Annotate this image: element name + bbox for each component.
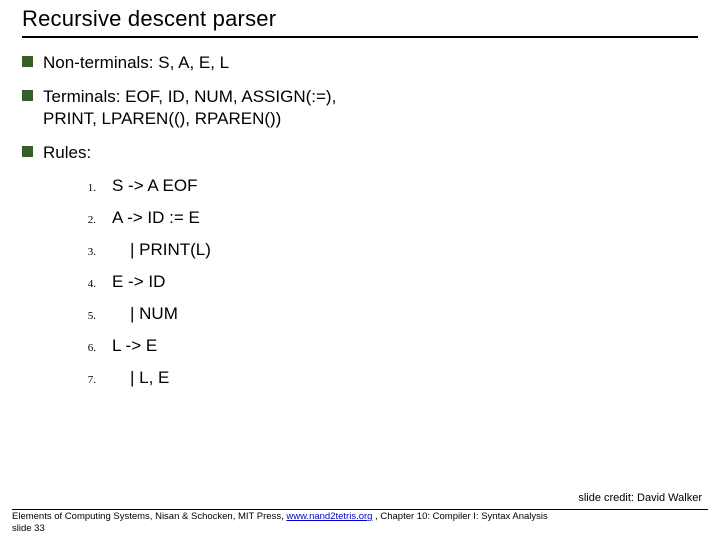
square-bullet-icon (22, 90, 33, 101)
square-bullet-icon (22, 56, 33, 67)
bullet-text: Terminals: EOF, ID, NUM, ASSIGN(:=), PRI… (43, 86, 343, 130)
rule-text: L -> E (112, 336, 157, 356)
title-underline (22, 36, 698, 38)
rule-number: 5. (82, 310, 96, 322)
square-bullet-icon (22, 146, 33, 157)
rule-item: 5. | NUM (82, 304, 698, 324)
rule-number: 2. (82, 214, 96, 226)
footer-slide-number: slide 33 (12, 523, 45, 534)
slide-credit: slide credit: David Walker (578, 492, 702, 504)
rule-number: 1. (82, 182, 96, 194)
bullet-nonterminals: Non-terminals: S, A, E, L (22, 52, 698, 74)
rules-list: 1. S -> A EOF 2. A -> ID := E 3. | PRINT… (82, 176, 698, 388)
rule-item: 7. | L, E (82, 368, 698, 388)
rule-number: 7. (82, 374, 96, 386)
rule-item: 2. A -> ID := E (82, 208, 698, 228)
bullet-text: Rules: (43, 142, 91, 164)
slide-footer: Elements of Computing Systems, Nisan & S… (12, 511, 708, 534)
slide: Recursive descent parser Non-terminals: … (0, 0, 720, 540)
rule-text: | PRINT(L) (112, 240, 211, 260)
footer-text-post: , Chapter 10: Compiler I: Syntax Analysi… (372, 511, 547, 522)
rule-number: 6. (82, 342, 96, 354)
rule-text: | L, E (112, 368, 169, 388)
slide-title: Recursive descent parser (22, 6, 698, 36)
footer-divider (12, 509, 708, 510)
rule-text: A -> ID := E (112, 208, 200, 228)
footer-link[interactable]: www.nand2tetris.org (286, 511, 372, 522)
bullet-text: Non-terminals: S, A, E, L (43, 52, 229, 74)
rule-item: 4. E -> ID (82, 272, 698, 292)
rule-number: 4. (82, 278, 96, 290)
rule-text: S -> A EOF (112, 176, 198, 196)
bullet-terminals: Terminals: EOF, ID, NUM, ASSIGN(:=), PRI… (22, 86, 698, 130)
rule-text: E -> ID (112, 272, 165, 292)
rule-number: 3. (82, 246, 96, 258)
rule-text: | NUM (112, 304, 178, 324)
bullet-rules: Rules: (22, 142, 698, 164)
rule-item: 1. S -> A EOF (82, 176, 698, 196)
rule-item: 3. | PRINT(L) (82, 240, 698, 260)
footer-text-pre: Elements of Computing Systems, Nisan & S… (12, 511, 286, 522)
rule-item: 6. L -> E (82, 336, 698, 356)
